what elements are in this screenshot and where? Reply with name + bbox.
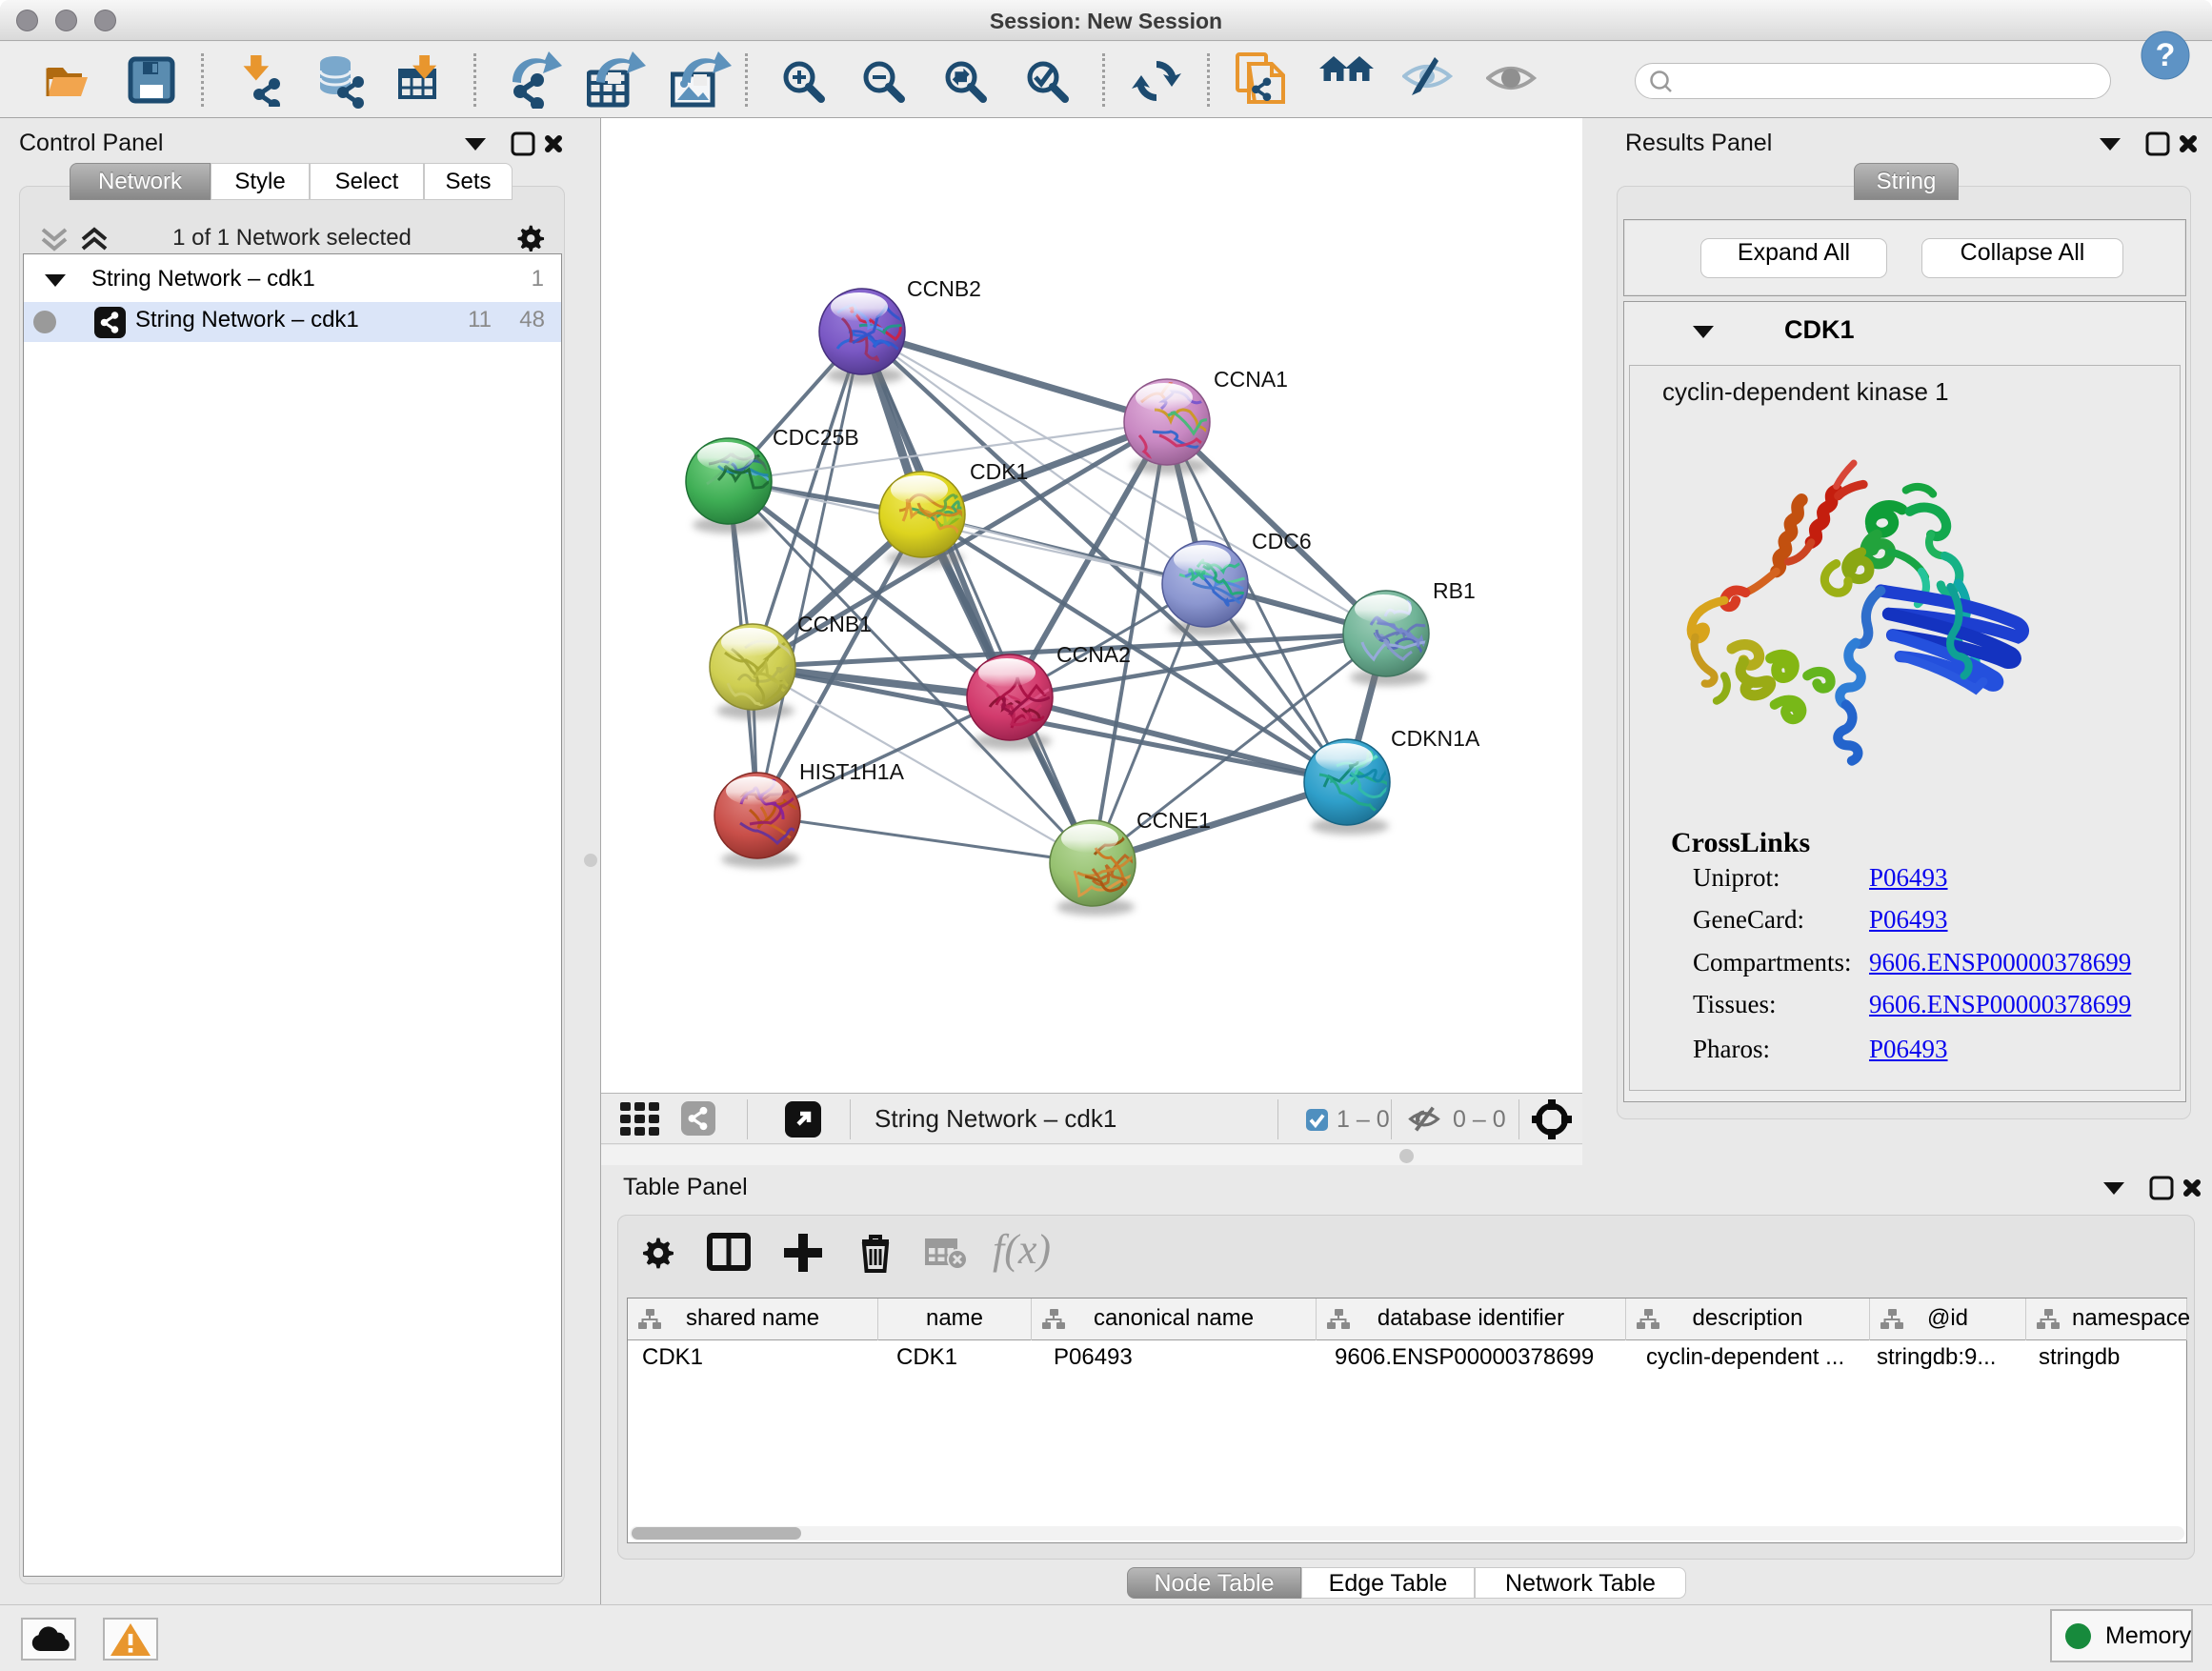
svg-text:CCNA2: CCNA2 (1056, 642, 1131, 667)
svg-text:CDC25B: CDC25B (773, 425, 859, 450)
svg-text:CDK1: CDK1 (970, 459, 1028, 484)
svg-text:?: ? (2156, 37, 2176, 73)
svg-text:CCNA1: CCNA1 (1214, 367, 1288, 392)
svg-text:CDKN1A: CDKN1A (1391, 726, 1480, 751)
svg-text:CCNE1: CCNE1 (1136, 808, 1211, 833)
svg-text:HIST1H1A: HIST1H1A (799, 759, 905, 784)
svg-text:RB1: RB1 (1433, 578, 1476, 603)
svg-text:f(x): f(x) (993, 1227, 1051, 1273)
svg-text:CDC6: CDC6 (1252, 529, 1312, 554)
svg-text:CCNB2: CCNB2 (907, 276, 981, 301)
svg-text:CCNB1: CCNB1 (797, 612, 872, 636)
